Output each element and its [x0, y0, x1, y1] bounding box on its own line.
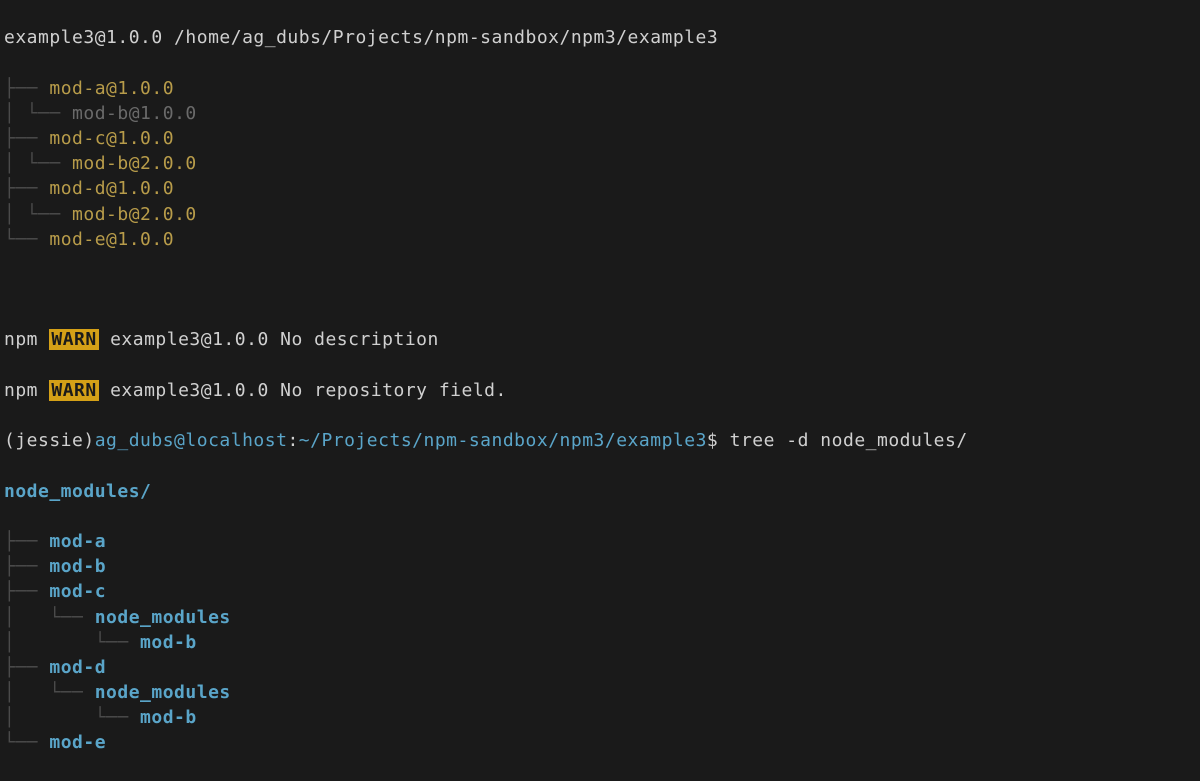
ls-tree-row: │ └── mod-b@1.0.0: [4, 101, 1196, 126]
package-name: mod-b@1.0.0: [72, 103, 197, 124]
dir-name: node_modules: [95, 607, 231, 628]
dir-name: mod-a: [49, 531, 106, 552]
tree-branch-icon: ├──: [4, 531, 49, 552]
dir-tree-row: │ └── node_modules: [4, 680, 1196, 705]
dir-name: mod-d: [49, 657, 106, 678]
dir-tree-row: │ └── node_modules: [4, 605, 1196, 630]
dir-name: mod-b: [49, 556, 106, 577]
npm-warn-line-1: npm WARN example3@1.0.0 No description: [4, 327, 1196, 352]
package-name: mod-a@1.0.0: [49, 78, 174, 99]
dir-tree-row: │ └── mod-b: [4, 630, 1196, 655]
dir-tree-row: ├── mod-d: [4, 655, 1196, 680]
prompt-distro: (jessie): [4, 430, 95, 451]
tree-output: ├── mod-a├── mod-b├── mod-c│ └── node_mo…: [4, 529, 1196, 756]
warn-message: example3@1.0.0 No repository field.: [110, 380, 507, 401]
npm-label: npm: [4, 329, 38, 350]
tree-root: node_modules/: [4, 479, 1196, 504]
shell-prompt-line[interactable]: (jessie)ag_dubs@localhost:~/Projects/npm…: [4, 428, 1196, 453]
tree-branch-icon: ├──: [4, 581, 49, 602]
tree-branch-icon: │ └──: [4, 153, 72, 174]
tree-branch-icon: │ └──: [4, 707, 140, 728]
dir-name: mod-b: [140, 707, 197, 728]
npm-ls-tree: ├── mod-a@1.0.0│ └── mod-b@1.0.0├── mod-…: [4, 76, 1196, 252]
dir-name: mod-b: [140, 632, 197, 653]
package-name: mod-b@2.0.0: [72, 204, 197, 225]
tree-branch-icon: ├──: [4, 657, 49, 678]
dir-tree-row: ├── mod-a: [4, 529, 1196, 554]
tree-branch-icon: ├──: [4, 128, 49, 149]
warn-badge: WARN: [49, 380, 98, 401]
package-name: mod-b@2.0.0: [72, 153, 197, 174]
npm-ls-header: example3@1.0.0 /home/ag_dubs/Projects/np…: [4, 25, 1196, 50]
dir-tree-row: └── mod-e: [4, 730, 1196, 755]
tree-branch-icon: │ └──: [4, 607, 95, 628]
tree-branch-icon: │ └──: [4, 103, 72, 124]
command-input[interactable]: tree -d node_modules/: [730, 430, 968, 451]
warn-badge: WARN: [49, 329, 98, 350]
ls-tree-row: │ └── mod-b@2.0.0: [4, 202, 1196, 227]
tree-branch-icon: ├──: [4, 178, 49, 199]
blank-line: [4, 277, 1196, 302]
dir-name: mod-e: [49, 732, 106, 753]
tree-branch-icon: │ └──: [4, 682, 95, 703]
prompt-path: ~/Projects/npm-sandbox/npm3/example3: [299, 430, 707, 451]
tree-branch-icon: └──: [4, 229, 49, 250]
npm-label: npm: [4, 380, 38, 401]
prompt-sep: :: [287, 430, 298, 451]
tree-branch-icon: │ └──: [4, 632, 140, 653]
package-name: mod-d@1.0.0: [49, 178, 174, 199]
dir-name: node_modules: [95, 682, 231, 703]
ls-tree-row: ├── mod-c@1.0.0: [4, 126, 1196, 151]
tree-branch-icon: └──: [4, 732, 49, 753]
npm-warn-line-2: npm WARN example3@1.0.0 No repository fi…: [4, 378, 1196, 403]
warn-message: example3@1.0.0 No description: [110, 329, 439, 350]
tree-branch-icon: ├──: [4, 556, 49, 577]
prompt-user: ag_dubs@localhost: [95, 430, 288, 451]
dir-tree-row: ├── mod-b: [4, 554, 1196, 579]
dir-tree-row: │ └── mod-b: [4, 705, 1196, 730]
tree-branch-icon: ├──: [4, 78, 49, 99]
terminal-output: example3@1.0.0 /home/ag_dubs/Projects/np…: [0, 0, 1200, 781]
ls-tree-row: ├── mod-a@1.0.0: [4, 76, 1196, 101]
package-name: mod-e@1.0.0: [49, 229, 174, 250]
dir-tree-row: ├── mod-c: [4, 579, 1196, 604]
dir-name: mod-c: [49, 581, 106, 602]
tree-branch-icon: │ └──: [4, 204, 72, 225]
ls-tree-row: │ └── mod-b@2.0.0: [4, 151, 1196, 176]
dir-name: node_modules/: [4, 481, 151, 502]
ls-tree-row: └── mod-e@1.0.0: [4, 227, 1196, 252]
package-name: mod-c@1.0.0: [49, 128, 174, 149]
ls-tree-row: ├── mod-d@1.0.0: [4, 176, 1196, 201]
prompt-dollar: $: [707, 430, 730, 451]
